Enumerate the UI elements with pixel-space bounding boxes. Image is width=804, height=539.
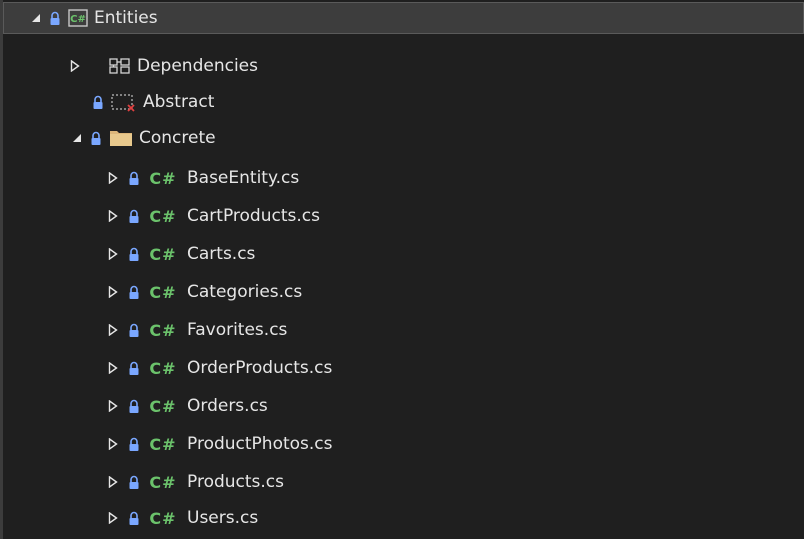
expand-right-icon[interactable] bbox=[105, 208, 121, 224]
csharp-file-icon: C# bbox=[149, 282, 177, 302]
tree-item-file[interactable]: C# CartProducts.cs bbox=[3, 198, 804, 234]
expand-right-icon[interactable] bbox=[105, 246, 121, 262]
lock-icon bbox=[127, 246, 141, 262]
expand-right-icon[interactable] bbox=[105, 170, 121, 186]
lock-icon bbox=[127, 208, 141, 224]
tree-item-file[interactable]: C# Favorites.cs bbox=[3, 312, 804, 348]
file-label: Favorites.cs bbox=[187, 319, 288, 340]
tree-item-file[interactable]: C# Products.cs bbox=[3, 464, 804, 500]
lock-icon bbox=[127, 436, 141, 452]
file-label: Carts.cs bbox=[187, 243, 256, 264]
csharp-project-icon: C# bbox=[68, 9, 88, 27]
csharp-file-icon: C# bbox=[149, 244, 177, 264]
lock-icon bbox=[127, 398, 141, 414]
expand-right-icon[interactable] bbox=[105, 322, 121, 338]
lock-icon bbox=[127, 322, 141, 338]
expand-right-icon[interactable] bbox=[105, 510, 121, 526]
tree-item-concrete[interactable]: Concrete bbox=[3, 120, 804, 156]
expand-right-icon[interactable] bbox=[105, 398, 121, 414]
lock-icon bbox=[48, 10, 62, 26]
tree-item-file[interactable]: C# Categories.cs bbox=[3, 274, 804, 310]
tree-item-file[interactable]: C# Carts.cs bbox=[3, 236, 804, 272]
csharp-file-icon: C# bbox=[149, 358, 177, 378]
concrete-label: Concrete bbox=[139, 127, 216, 148]
csharp-file-icon: C# bbox=[149, 320, 177, 340]
lock-icon bbox=[127, 284, 141, 300]
tree-item-abstract[interactable]: Abstract bbox=[3, 84, 804, 120]
file-label: Products.cs bbox=[187, 471, 285, 492]
file-label: Orders.cs bbox=[187, 395, 268, 416]
expand-down-icon[interactable] bbox=[28, 10, 44, 26]
lock-icon bbox=[127, 474, 141, 490]
folder-icon bbox=[109, 129, 133, 147]
file-label: BaseEntity.cs bbox=[187, 167, 300, 188]
file-label: CartProducts.cs bbox=[187, 205, 320, 226]
solution-explorer: C# Entities Dependencies Abstract Concre… bbox=[0, 0, 804, 539]
svg-text:C#: C# bbox=[70, 14, 86, 25]
lock-icon bbox=[91, 94, 105, 110]
expand-down-icon[interactable] bbox=[69, 130, 85, 146]
file-label: Users.cs bbox=[187, 507, 259, 528]
dependencies-label: Dependencies bbox=[137, 55, 258, 76]
file-label: OrderProducts.cs bbox=[187, 357, 333, 378]
tree-item-file[interactable]: C# ProductPhotos.cs bbox=[3, 426, 804, 462]
tree-item-dependencies[interactable]: Dependencies bbox=[3, 48, 804, 84]
expand-right-icon[interactable] bbox=[105, 436, 121, 452]
tree-item-file[interactable]: C# Users.cs bbox=[3, 500, 804, 536]
excluded-folder-icon bbox=[111, 92, 137, 112]
abstract-label: Abstract bbox=[143, 91, 215, 112]
file-label: Categories.cs bbox=[187, 281, 303, 302]
tree-item-file[interactable]: C# BaseEntity.cs bbox=[3, 160, 804, 196]
csharp-file-icon: C# bbox=[149, 396, 177, 416]
tree-item-file[interactable]: C# OrderProducts.cs bbox=[3, 350, 804, 386]
expand-right-icon[interactable] bbox=[105, 360, 121, 376]
file-label: ProductPhotos.cs bbox=[187, 433, 333, 454]
lock-icon bbox=[127, 360, 141, 376]
expand-right-icon[interactable] bbox=[105, 284, 121, 300]
lock-icon bbox=[89, 130, 103, 146]
tree-item-project-entities[interactable]: C# Entities bbox=[3, 2, 804, 34]
csharp-file-icon: C# bbox=[149, 206, 177, 226]
expand-right-icon[interactable] bbox=[67, 58, 83, 74]
csharp-file-icon: C# bbox=[149, 434, 177, 454]
expand-right-icon[interactable] bbox=[105, 474, 121, 490]
lock-icon bbox=[127, 510, 141, 526]
csharp-file-icon: C# bbox=[149, 508, 177, 528]
project-label: Entities bbox=[94, 7, 158, 28]
dependencies-icon bbox=[109, 57, 131, 75]
csharp-file-icon: C# bbox=[149, 472, 177, 492]
csharp-file-icon: C# bbox=[149, 168, 177, 188]
tree-item-file[interactable]: C# Orders.cs bbox=[3, 388, 804, 424]
lock-icon bbox=[127, 170, 141, 186]
